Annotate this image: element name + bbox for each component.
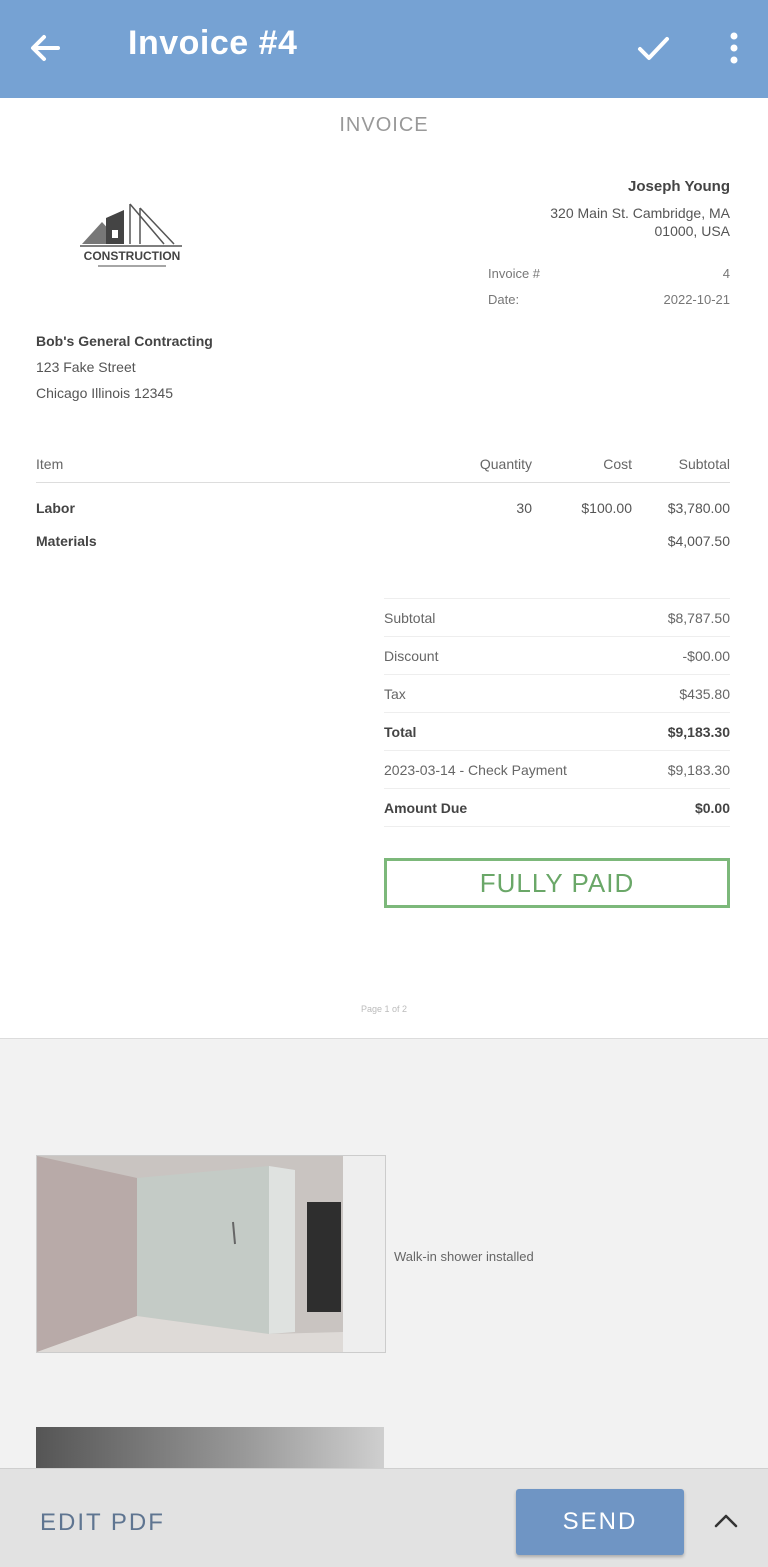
payment-row: 2023-03-14 - Check Payment $9,183.30	[384, 750, 730, 788]
bottom-action-bar: EDIT PDF SEND	[0, 1468, 768, 1567]
meta-row: Invoice # 4	[488, 266, 730, 292]
attachment-photo[interactable]	[36, 1155, 386, 1353]
item-cost: $100.00	[581, 500, 632, 516]
arrow-left-icon[interactable]	[24, 26, 68, 70]
sender-city: Chicago Illinois 12345	[36, 385, 173, 401]
client-block: Joseph Young 320 Main St. Cambridge, MA …	[550, 178, 730, 240]
column-subtotal: Subtotal	[678, 456, 730, 472]
company-logo: CONSTRUCTION	[78, 200, 186, 272]
totals-block: Subtotal $8,787.50 Discount -$00.00 Tax …	[384, 598, 730, 827]
totals-value: -$00.00	[682, 647, 730, 664]
photo-caption: Walk-in shower installed	[394, 1249, 534, 1264]
payment-value: $9,183.30	[667, 761, 730, 778]
invoice-meta: Invoice # 4 Date: 2022-10-21	[488, 266, 730, 318]
meta-label: Invoice #	[488, 266, 541, 281]
page-footer: Page 1 of 2	[360, 1004, 408, 1014]
chevron-up-icon[interactable]	[712, 1509, 740, 1533]
totals-value: $435.80	[679, 685, 730, 702]
items-table: Item Quantity Cost Subtotal Labor 30 $10…	[36, 456, 730, 549]
item-subtotal: $4,007.50	[667, 533, 730, 549]
items-header: Item Quantity Cost Subtotal	[36, 456, 730, 483]
item-subtotal: $3,780.00	[667, 500, 730, 516]
photo-attachments: Walk-in shower installed	[0, 1039, 768, 1469]
column-item: Item	[36, 456, 64, 472]
amount-due-value: $0.00	[694, 799, 730, 816]
table-row: Labor 30 $100.00 $3,780.00	[36, 483, 730, 516]
totals-label: Total	[384, 723, 417, 740]
client-address-line1: 320 Main St. Cambridge, MA	[550, 205, 730, 221]
column-quantity: Quantity	[479, 456, 532, 472]
totals-row: Subtotal $8,787.50	[384, 598, 730, 636]
app-bar: Invoice #4	[0, 0, 768, 98]
send-button[interactable]: SEND	[516, 1489, 684, 1555]
invoice-page: INVOICE CONSTRUCTION Joseph Young 320 Ma…	[0, 98, 768, 1039]
logo-text: CONSTRUCTION	[84, 249, 181, 263]
attachment-photo[interactable]	[36, 1427, 384, 1469]
edit-pdf-button[interactable]: EDIT PDF	[40, 1509, 165, 1537]
meta-value: 4	[722, 266, 730, 281]
totals-row: Tax $435.80	[384, 674, 730, 712]
meta-label: Date:	[488, 292, 520, 307]
totals-value: $8,787.50	[667, 609, 730, 626]
totals-row: Discount -$00.00	[384, 636, 730, 674]
totals-row: Total $9,183.30	[384, 712, 730, 750]
item-name: Labor	[36, 500, 75, 516]
client-address-line2: 01000, USA	[654, 223, 731, 239]
page-title: Invoice #4	[128, 24, 298, 62]
totals-value: $9,183.30	[667, 723, 730, 740]
table-row: Materials $4,007.50	[36, 516, 730, 549]
paid-status-stamp: FULLY PAID	[384, 858, 730, 908]
sender-company: Bob's General Contracting	[36, 333, 213, 349]
meta-row: Date: 2022-10-21	[488, 292, 730, 318]
sender-block: Bob's General Contracting 123 Fake Stree…	[36, 328, 213, 406]
amount-due-row: Amount Due $0.00	[384, 788, 730, 827]
invoice-heading: INVOICE	[339, 114, 429, 136]
payment-label: 2023-03-14 - Check Payment	[384, 761, 567, 778]
check-icon[interactable]	[628, 24, 678, 74]
column-cost: Cost	[603, 456, 632, 472]
totals-label: Subtotal	[384, 609, 436, 626]
meta-value: 2022-10-21	[663, 292, 731, 307]
item-name: Materials	[36, 533, 97, 549]
item-quantity: 30	[516, 500, 532, 516]
totals-label: Discount	[384, 647, 439, 664]
client-name: Joseph Young	[628, 178, 730, 195]
more-vert-icon[interactable]	[716, 24, 752, 74]
amount-due-label: Amount Due	[384, 799, 468, 816]
totals-label: Tax	[384, 685, 406, 702]
sender-street: 123 Fake Street	[36, 359, 136, 375]
